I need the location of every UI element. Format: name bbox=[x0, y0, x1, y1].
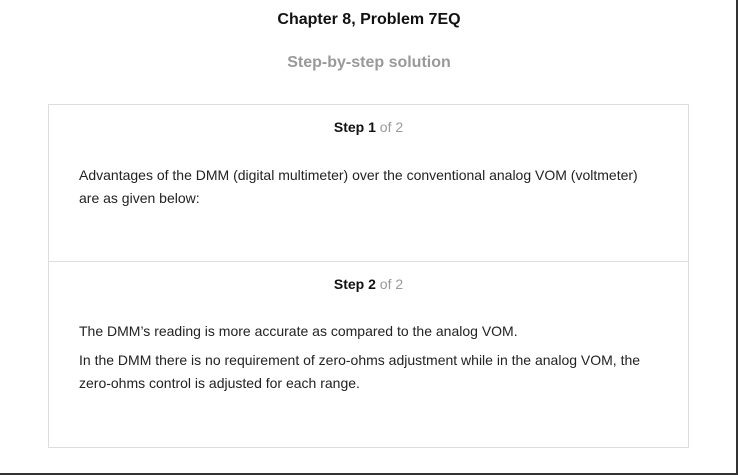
step-total: of 2 bbox=[379, 119, 404, 135]
step-number: 2 bbox=[368, 276, 376, 292]
step-paragraph: In the DMM there is no requirement of ze… bbox=[79, 352, 641, 391]
solution-subtitle: Step-by-step solution bbox=[287, 54, 451, 71]
step-2-body: The DMM’s reading is more accurate as co… bbox=[79, 320, 659, 401]
step-total: of 2 bbox=[379, 276, 404, 292]
step-label: Step bbox=[333, 119, 365, 135]
chapter-title: Chapter 8, Problem 7EQ bbox=[277, 11, 461, 28]
step-2-header: Step 2 of 2 bbox=[49, 276, 688, 292]
step-1-body: Advantages of the DMM (digital multimete… bbox=[79, 164, 659, 216]
solution-steps-container: Step 1 of 2 Advantages of the DMM (digit… bbox=[48, 104, 689, 448]
step-paragraph: Advantages of the DMM (digital multimete… bbox=[79, 167, 638, 206]
step-number: 1 bbox=[368, 119, 376, 135]
step-1-section: Step 1 of 2 Advantages of the DMM (digit… bbox=[49, 105, 688, 262]
step-label: Step bbox=[333, 276, 365, 292]
step-1-header: Step 1 of 2 bbox=[49, 119, 688, 135]
step-2-section: Step 2 of 2 The DMM’s reading is more ac… bbox=[49, 262, 688, 447]
step-paragraph: The DMM’s reading is more accurate as co… bbox=[79, 323, 518, 339]
